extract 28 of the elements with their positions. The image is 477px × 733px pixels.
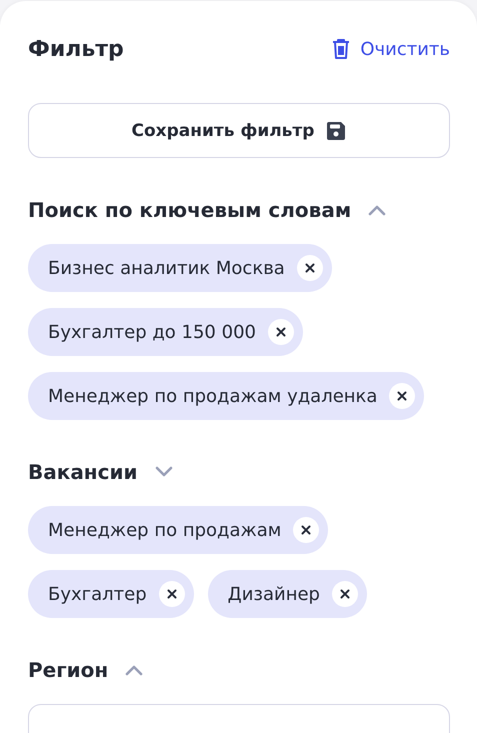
remove-chip-button[interactable] — [332, 581, 358, 607]
section-header[interactable]: Поиск по ключевым словам — [28, 194, 388, 226]
remove-chip-button[interactable] — [268, 319, 294, 345]
chip-label: Дизайнер — [228, 584, 320, 604]
close-icon — [301, 525, 312, 535]
close-icon — [166, 589, 177, 599]
remove-chip-button[interactable] — [293, 517, 320, 543]
chip-label: Бизнес аналитик Москва — [48, 258, 285, 278]
remove-chip-button[interactable] — [158, 581, 185, 607]
chip-label: Бухгалтер до 150 000 — [48, 322, 256, 342]
chip-label: Менеджер по продажам — [48, 520, 282, 540]
chevron-icon — [124, 664, 144, 676]
close-icon — [397, 391, 408, 401]
chip-label: Бухгалтер — [48, 584, 147, 604]
close-icon — [340, 589, 350, 599]
section-header[interactable]: Вакансии — [28, 456, 174, 488]
save-filter-button[interactable]: Сохранить фильтр — [28, 103, 450, 158]
remove-chip-button[interactable] — [296, 255, 323, 281]
chevron-icon — [367, 204, 388, 216]
trash-icon — [331, 38, 352, 60]
panel-title: Фильтр — [28, 36, 124, 62]
chip-label: Менеджер по продажам удаленка — [48, 386, 378, 406]
close-icon — [304, 263, 315, 273]
clear-button[interactable]: Очистить — [331, 38, 450, 60]
close-icon — [276, 327, 286, 337]
remove-chip-button[interactable] — [389, 383, 416, 409]
section-header[interactable]: Регион — [28, 654, 144, 686]
chevron-icon — [154, 466, 174, 478]
